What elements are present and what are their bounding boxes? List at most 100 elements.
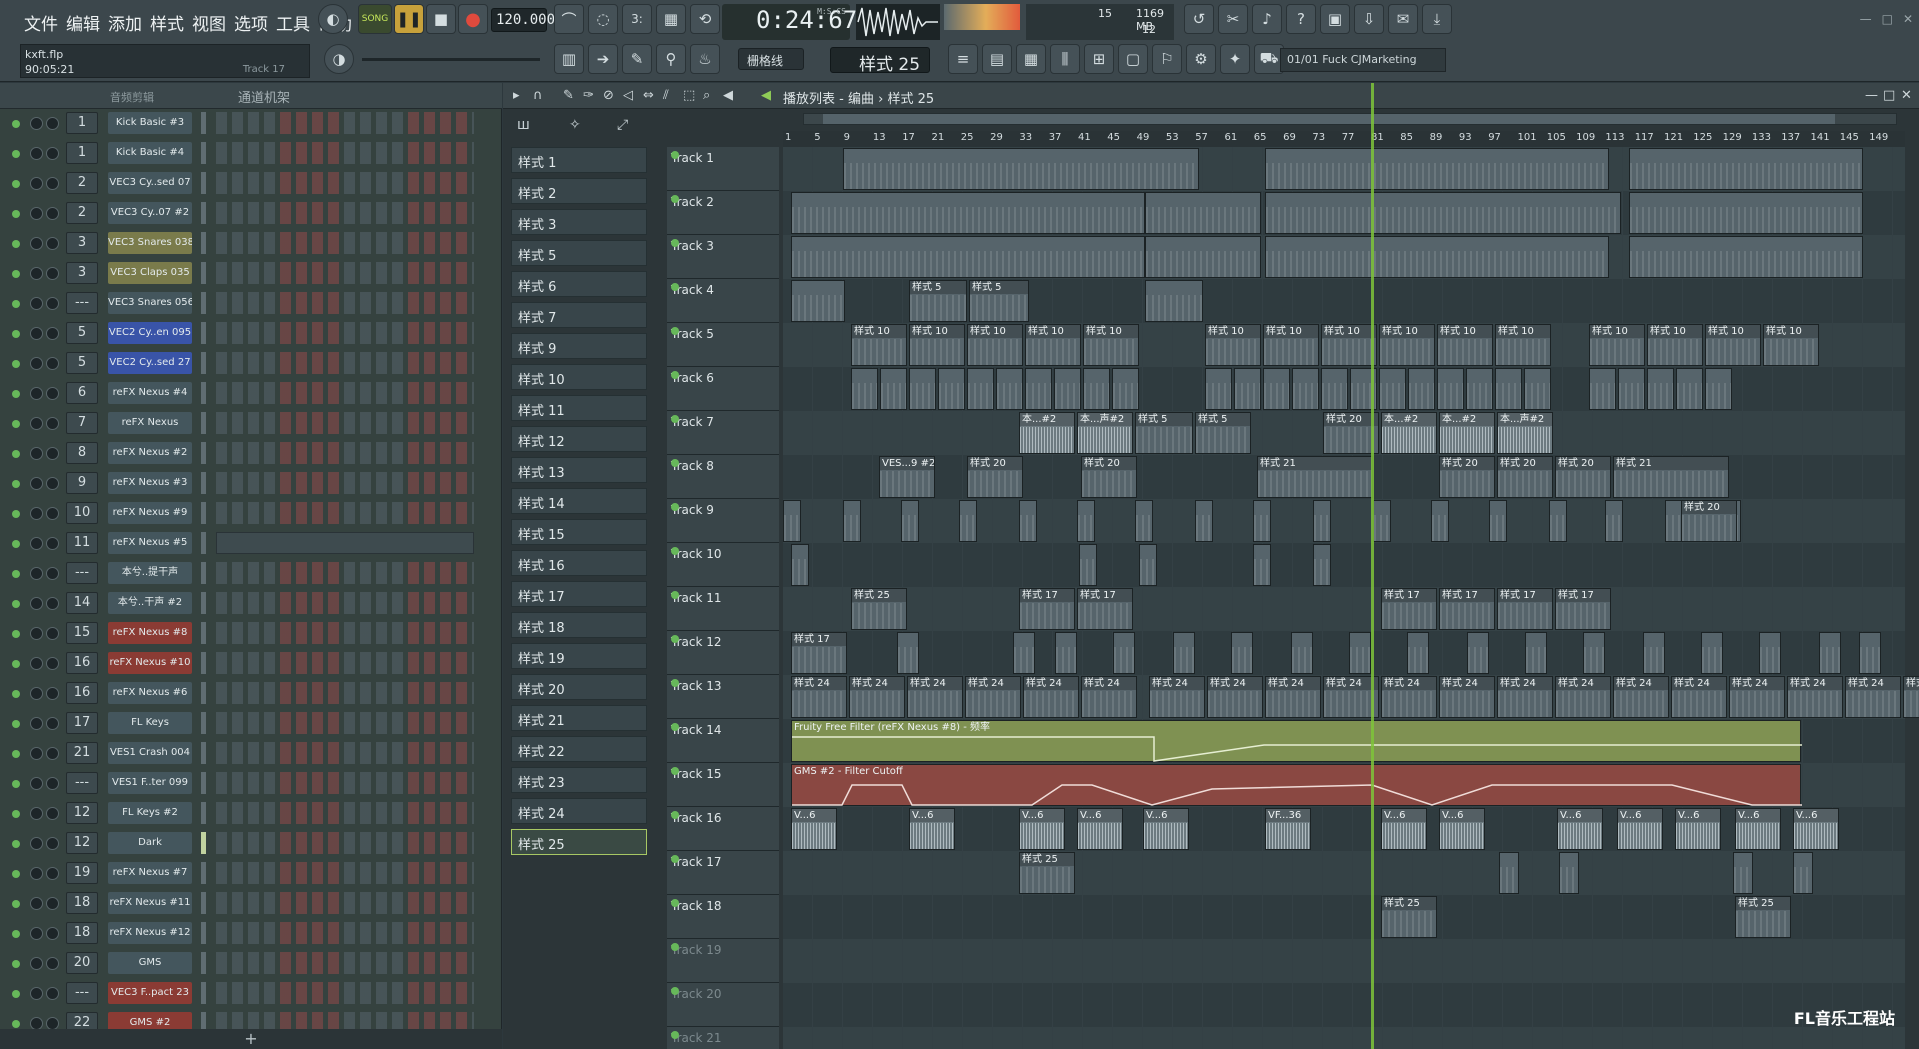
- channel-name-button[interactable]: VEC3 Cy..sed 07: [108, 172, 192, 194]
- playlist-clip[interactable]: [1407, 632, 1429, 674]
- playlist-clip[interactable]: [1135, 500, 1153, 542]
- track-header[interactable]: Track 7: [667, 411, 779, 455]
- channel-select[interactable]: [201, 352, 206, 374]
- playlist-clip[interactable]: [1701, 632, 1723, 674]
- plugin-icon[interactable]: ⚐: [1152, 44, 1182, 74]
- playlist-clip[interactable]: [791, 544, 809, 586]
- channel-row[interactable]: 12 Dark: [0, 829, 490, 859]
- playlist-clip[interactable]: [959, 500, 977, 542]
- menu-file[interactable]: 文件: [20, 8, 62, 37]
- channel-mute-led[interactable]: [12, 780, 20, 788]
- channel-volume-knob[interactable]: [46, 717, 59, 730]
- playlist-clip[interactable]: V...6: [1143, 808, 1189, 850]
- playlist-clip[interactable]: 样式 24: [907, 676, 963, 718]
- playlist-clip[interactable]: [791, 192, 1145, 234]
- channel-select[interactable]: [201, 322, 206, 344]
- playlist-clip[interactable]: 样式 10: [1705, 324, 1761, 366]
- menu-pattern[interactable]: 样式: [146, 8, 188, 37]
- step-sequencer[interactable]: [216, 622, 474, 644]
- channel-mixer-track[interactable]: 2: [66, 172, 98, 194]
- channel-mixer-track[interactable]: 3: [66, 232, 98, 254]
- magnet-icon[interactable]: ∩: [533, 88, 543, 103]
- pattern-picker-item[interactable]: 样式 10: [511, 364, 647, 390]
- step-sequencer[interactable]: [216, 232, 474, 254]
- channel-mute-led[interactable]: [12, 300, 20, 308]
- download-icon[interactable]: ⤓: [1422, 4, 1452, 34]
- playlist-clip[interactable]: [1013, 632, 1035, 674]
- channel-row[interactable]: --- VEC3 Snares 056: [0, 289, 490, 319]
- pl-close-icon[interactable]: ✕: [1901, 88, 1912, 103]
- track-mute-led[interactable]: [671, 195, 679, 203]
- channel-name-button[interactable]: reFX Nexus #3: [108, 472, 192, 494]
- track-header[interactable]: Track 4: [667, 279, 779, 323]
- channel-volume-knob[interactable]: [46, 117, 59, 130]
- channel-name-button[interactable]: reFX Nexus #5: [108, 532, 192, 554]
- channel-mute-led[interactable]: [12, 390, 20, 398]
- channel-select[interactable]: [201, 772, 206, 794]
- record-button[interactable]: ●: [458, 4, 488, 34]
- channel-pan-knob[interactable]: [30, 477, 43, 490]
- pl-minimize-icon[interactable]: —: [1865, 88, 1878, 103]
- pattern-picker-item[interactable]: 样式 23: [511, 767, 647, 793]
- touch-controller-icon[interactable]: ⚙: [1186, 44, 1216, 74]
- channel-row[interactable]: 10 reFX Nexus #9: [0, 499, 490, 529]
- playlist-clip[interactable]: [1145, 192, 1261, 234]
- channel-pan-knob[interactable]: [30, 297, 43, 310]
- channel-row[interactable]: 18 reFX Nexus #11: [0, 889, 490, 919]
- playlist-clip[interactable]: [909, 368, 936, 410]
- track-mute-led[interactable]: [671, 855, 679, 863]
- channel-mixer-track[interactable]: ---: [66, 772, 98, 794]
- playlist-clip[interactable]: [1676, 368, 1703, 410]
- save-icon[interactable]: ▣: [1320, 4, 1350, 34]
- playlist-clip[interactable]: V...6: [1077, 808, 1123, 850]
- step-sequencer[interactable]: [216, 112, 474, 134]
- track-mute-led[interactable]: [671, 591, 679, 599]
- playlist-clip[interactable]: [1559, 852, 1579, 894]
- channel-mixer-track[interactable]: 3: [66, 262, 98, 284]
- playlist-clip[interactable]: V...6: [1019, 808, 1065, 850]
- track-header[interactable]: Track 14: [667, 719, 779, 763]
- playlist-clip[interactable]: [996, 368, 1023, 410]
- news-ticker[interactable]: 01/01 Fuck CJMarketing: [1280, 48, 1446, 72]
- arrow-tool-icon[interactable]: ➔: [588, 44, 618, 74]
- channel-mixer-track[interactable]: 17: [66, 712, 98, 734]
- step-sequencer[interactable]: [216, 562, 474, 584]
- slice-tool-icon[interactable]: ⫽: [663, 88, 669, 103]
- track-header[interactable]: Track 9: [667, 499, 779, 543]
- step-sequencer[interactable]: [216, 382, 474, 404]
- help-icon[interactable]: ?: [1286, 4, 1316, 34]
- menu-options[interactable]: 选项: [230, 8, 272, 37]
- channel-mute-led[interactable]: [12, 420, 20, 428]
- playlist-clip[interactable]: [1291, 632, 1313, 674]
- playlist-clip[interactable]: [1629, 192, 1863, 234]
- pattern-picker-item[interactable]: 样式 22: [511, 736, 647, 762]
- playlist-clip[interactable]: [1055, 632, 1077, 674]
- track-mute-led[interactable]: [671, 1031, 679, 1039]
- loop-record-icon[interactable]: ⟲: [690, 4, 720, 34]
- channel-row[interactable]: 16 reFX Nexus #6: [0, 679, 490, 709]
- channel-name-button[interactable]: VES1 F..ter 099: [108, 772, 192, 794]
- playlist-clip[interactable]: [1705, 368, 1732, 410]
- channel-select[interactable]: [201, 652, 206, 674]
- playlist-clip[interactable]: 本...#2: [1439, 412, 1495, 454]
- automation-clip[interactable]: GMS #2 - Filter Cutoff: [791, 764, 1802, 806]
- render-icon[interactable]: ⇩: [1354, 4, 1384, 34]
- playlist-clip[interactable]: 样式 24: [1555, 676, 1611, 718]
- channel-select[interactable]: [201, 622, 206, 644]
- playlist-clip[interactable]: [1349, 632, 1371, 674]
- channel-volume-knob[interactable]: [46, 537, 59, 550]
- playlist-clip[interactable]: 样式 10: [1083, 324, 1139, 366]
- step-sequencer[interactable]: [216, 352, 474, 374]
- playlist-clip[interactable]: 样式 10: [1763, 324, 1819, 366]
- track-header[interactable]: Track 20: [667, 983, 779, 1027]
- channel-name-button[interactable]: reFX Nexus: [108, 412, 192, 434]
- playlist-clip[interactable]: 样式 20: [1081, 456, 1137, 498]
- channel-select[interactable]: [201, 232, 206, 254]
- track-header[interactable]: Track 15: [667, 763, 779, 807]
- playlist-clip[interactable]: [1525, 632, 1547, 674]
- channel-pan-knob[interactable]: [30, 597, 43, 610]
- playlist-clip[interactable]: [851, 368, 878, 410]
- playlist-clip[interactable]: 本...#2: [1381, 412, 1437, 454]
- pattern-picker-item[interactable]: 样式 21: [511, 705, 647, 731]
- track-mute-led[interactable]: [671, 987, 679, 995]
